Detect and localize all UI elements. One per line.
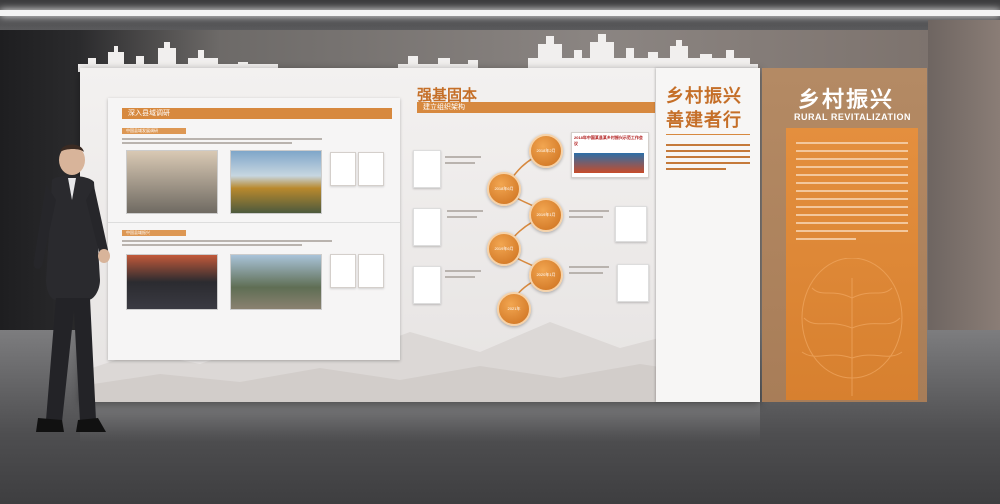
text-line [447,216,477,218]
slogan-line-2: 善建者行 [666,110,742,130]
text-line [122,240,332,242]
subsection-label: 中国县域发展调研 [122,128,186,134]
document-thumbnail [330,254,356,288]
document-thumbnail [330,152,356,186]
column-title-en: RURAL REVITALIZATION [794,112,911,122]
timeline-node: 2018年6月 [487,172,521,206]
document-thumbnail [413,208,441,246]
document-thumbnail [617,264,649,302]
text-line [796,222,908,224]
column-title-cn: 乡村振兴 [798,87,895,112]
text-line [666,144,750,146]
text-line [796,238,856,240]
document-thumbnail [413,266,441,304]
photo [230,150,322,214]
text-line [569,216,603,218]
timeline-node: 2019年1月 [529,198,563,232]
text-line [445,276,475,278]
text-line [666,162,750,164]
text-line [122,138,322,140]
text-line [445,156,481,158]
revitalization-column: 乡村振兴 RURAL REVITALIZATION [762,68,927,402]
timeline-node: 2019年6月 [487,232,521,266]
text-line [666,168,726,170]
timeline-node: 2021年 [497,292,531,326]
timeline-node: 2020年1月 [529,258,563,292]
text-line [796,158,908,160]
text-line [666,156,750,158]
text-line [796,174,908,176]
text-line [569,266,609,268]
orange-text-block [786,128,918,400]
photo [230,254,322,310]
text-line [796,190,908,192]
photo [126,150,218,214]
text-line [447,210,483,212]
document-thumbnail [358,152,384,186]
research-panel: 深入县域调研 中国县域发展调研 中国县域振兴 [108,98,400,360]
divider [666,134,750,135]
leaf-pattern-decoration [801,258,903,396]
document-thumbnail [413,150,441,188]
text-line [796,150,908,152]
text-line [122,142,292,144]
text-line [796,142,908,144]
text-line [796,214,908,216]
ceiling-light-strip [0,10,1000,16]
city-skyline-decoration [78,34,758,72]
text-line [796,230,908,232]
text-line [445,270,481,272]
text-line [569,210,609,212]
text-line [122,244,302,246]
slogan-line-1: 乡村振兴 [666,86,742,106]
document-thumbnail [615,206,647,242]
document-thumbnail [358,254,384,288]
photo [126,254,218,310]
visitor-figure [33,144,110,432]
text-line [666,150,750,152]
text-line [796,182,908,184]
exhibition-scene: 深入县域调研 中国县域发展调研 中国县域振兴 强基固本 建立组织架构 2018年… [0,0,1000,504]
text-line [445,162,475,164]
text-line [569,272,603,274]
text-line [796,198,908,200]
subsection-label: 中国县域振兴 [122,230,186,236]
text-line [796,206,908,208]
section-header: 深入县域调研 [122,108,392,119]
divider [108,222,400,223]
organization-panel: 强基固本 建立组织架构 2018年中国某县某乡村振兴示范工作会议 2018年2月… [401,70,657,332]
timeline-node: 2018年2月 [529,134,563,168]
text-line [796,166,908,168]
floor-reflection [80,402,760,442]
wall-pillar [928,20,1000,350]
slogan-column: 乡村振兴 善建者行 [656,68,760,402]
